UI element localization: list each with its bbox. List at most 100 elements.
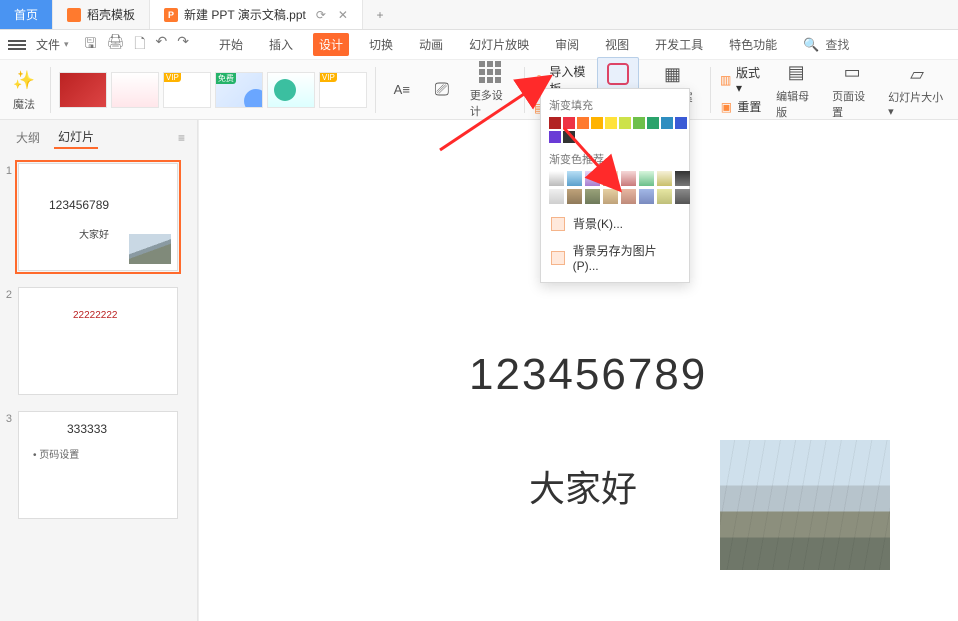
gradient-preset[interactable] xyxy=(675,171,690,186)
color-swatch[interactable] xyxy=(605,117,617,129)
separator xyxy=(710,67,711,113)
more-design-button[interactable]: 更多设计 xyxy=(464,57,516,123)
tab-home-label: 首页 xyxy=(14,6,38,23)
gradient-preset[interactable] xyxy=(675,189,690,204)
slides-tab[interactable]: 幻灯片 xyxy=(54,126,98,149)
hamburger-icon[interactable] xyxy=(8,38,26,52)
gradient-preset[interactable] xyxy=(639,189,654,204)
color-swatch[interactable] xyxy=(675,117,687,129)
canvas-image[interactable] xyxy=(720,440,890,570)
tab-start[interactable]: 开始 xyxy=(213,33,249,56)
find-button[interactable]: 🔍 查找 xyxy=(803,36,849,53)
slide-thumb-1[interactable]: 123456789 大家好 xyxy=(18,163,178,271)
color-swatch[interactable] xyxy=(563,117,575,129)
tab-review[interactable]: 审阅 xyxy=(549,33,585,56)
tab-design[interactable]: 设计 xyxy=(313,33,349,56)
template-thumb-6[interactable]: VIP xyxy=(319,72,367,108)
slide-thumbnails: 1 123456789 大家好 2 22222222 3 333333 • 页码… xyxy=(0,155,197,543)
gradient-preset[interactable] xyxy=(567,189,582,204)
gradient-preset[interactable] xyxy=(585,171,600,186)
color-swatch[interactable] xyxy=(619,117,631,129)
thumb-number: 1 xyxy=(2,163,12,177)
color-swatch[interactable] xyxy=(563,131,575,143)
document-tabbar: 首页 稻壳模板 P 新建 PPT 演示文稿.ppt ⟳ ✕ + xyxy=(0,0,958,30)
background-save-image-item[interactable]: 背景另存为图片(P)... xyxy=(547,237,683,278)
color-swatch[interactable] xyxy=(647,117,659,129)
slide-thumb-2[interactable]: 22222222 xyxy=(18,287,178,395)
picture-save-icon xyxy=(551,251,565,265)
color-swatch[interactable] xyxy=(633,117,645,129)
color-swatch[interactable] xyxy=(577,117,589,129)
plus-icon: + xyxy=(376,8,383,22)
gradient-fill-header: 渐变填充 xyxy=(547,95,683,117)
thumb1-text1: 123456789 xyxy=(49,198,109,212)
separator xyxy=(524,67,525,113)
template-thumb-2[interactable] xyxy=(111,72,159,108)
slide-panel: 大纲 幻灯片 ≡ 1 123456789 大家好 2 22222222 3 xyxy=(0,120,198,621)
template-thumb-3[interactable]: VIP xyxy=(163,72,211,108)
outline-tab[interactable]: 大纲 xyxy=(12,127,44,148)
add-tab-button[interactable]: + xyxy=(363,0,397,29)
more-design-label: 更多设计 xyxy=(470,87,510,119)
vip-badge: VIP xyxy=(164,73,181,82)
background-more-item[interactable]: 背景(K)... xyxy=(547,210,683,237)
tab-templates[interactable]: 稻壳模板 xyxy=(53,0,150,29)
print-preview-icon[interactable]: 🗋 xyxy=(134,33,145,57)
canvas-text-1[interactable]: 123456789 xyxy=(469,350,707,400)
panel-menu-icon[interactable]: ≡ xyxy=(178,131,185,145)
color-swatch[interactable] xyxy=(549,131,561,143)
slide-size-label: 幻灯片大小 ▾ xyxy=(888,89,946,118)
undo-icon[interactable]: ↶ xyxy=(156,33,168,57)
gradient-preset[interactable] xyxy=(639,171,654,186)
gradient-preset[interactable] xyxy=(549,189,564,204)
layout-button[interactable]: ▥版式 ▾ xyxy=(719,64,766,95)
gradient-preset[interactable] xyxy=(657,189,672,204)
print-quick-icon[interactable]: 🖨 xyxy=(106,33,124,57)
tab-insert[interactable]: 插入 xyxy=(263,33,299,56)
edit-master-button[interactable]: ▤ 编辑母版 xyxy=(770,56,822,124)
thumb-row-3: 3 333333 • 页码设置 xyxy=(2,411,191,519)
template-thumb-5[interactable] xyxy=(267,72,315,108)
tab-transition[interactable]: 切换 xyxy=(363,33,399,56)
slide-thumb-3[interactable]: 333333 • 页码设置 xyxy=(18,411,178,519)
font-scheme-button[interactable]: A≡ xyxy=(384,73,420,107)
file-menu-button[interactable]: 文件 ▾ xyxy=(36,36,69,53)
gradient-preset[interactable] xyxy=(549,171,564,186)
tab-developer[interactable]: 开发工具 xyxy=(649,33,709,56)
thumb-number: 2 xyxy=(2,287,12,301)
gradient-preset[interactable] xyxy=(567,171,582,186)
gradient-preset[interactable] xyxy=(585,189,600,204)
color-swatch[interactable] xyxy=(549,117,561,129)
template-gallery: VIP 免费 VIP xyxy=(59,72,367,108)
tab-special[interactable]: 特色功能 xyxy=(723,33,783,56)
layout-group: ▥版式 ▾ ▣重置 xyxy=(719,64,766,115)
slide-size-button[interactable]: ▱ 幻灯片大小 ▾ xyxy=(882,57,952,122)
gradient-preset[interactable] xyxy=(603,171,618,186)
magic-button[interactable]: ✨ 魔法 xyxy=(6,64,42,116)
refresh-icon[interactable]: ⟳ xyxy=(316,8,326,22)
gradient-preset[interactable] xyxy=(657,171,672,186)
color-swatch[interactable] xyxy=(591,117,603,129)
redo-icon[interactable]: ↷ xyxy=(177,33,189,57)
template-thumb-1[interactable] xyxy=(59,72,107,108)
tab-animation[interactable]: 动画 xyxy=(413,33,449,56)
gradient-preset[interactable] xyxy=(621,171,636,186)
edit-master-label: 编辑母版 xyxy=(776,88,816,120)
gradient-preset[interactable] xyxy=(621,189,636,204)
orientation-button[interactable]: ⎚ xyxy=(424,73,460,107)
canvas-text-2[interactable]: 大家好 xyxy=(529,460,637,512)
templates-icon xyxy=(67,8,81,22)
tab-view[interactable]: 视图 xyxy=(599,33,635,56)
reset-button[interactable]: ▣重置 xyxy=(719,98,766,115)
tab-slideshow[interactable]: 幻灯片放映 xyxy=(463,33,535,56)
layout-label: 版式 ▾ xyxy=(736,64,766,95)
template-thumb-4[interactable]: 免费 xyxy=(215,72,263,108)
tab-home[interactable]: 首页 xyxy=(0,0,53,29)
color-swatch[interactable] xyxy=(661,117,673,129)
save-icon[interactable]: 🖫 xyxy=(85,33,97,57)
gradient-preset[interactable] xyxy=(603,189,618,204)
close-icon[interactable]: ✕ xyxy=(338,8,348,22)
page-setup-button[interactable]: ▭ 页面设置 xyxy=(826,56,878,124)
tab-document[interactable]: P 新建 PPT 演示文稿.ppt ⟳ ✕ xyxy=(150,0,363,29)
magic-wand-icon: ✨ xyxy=(11,68,37,94)
